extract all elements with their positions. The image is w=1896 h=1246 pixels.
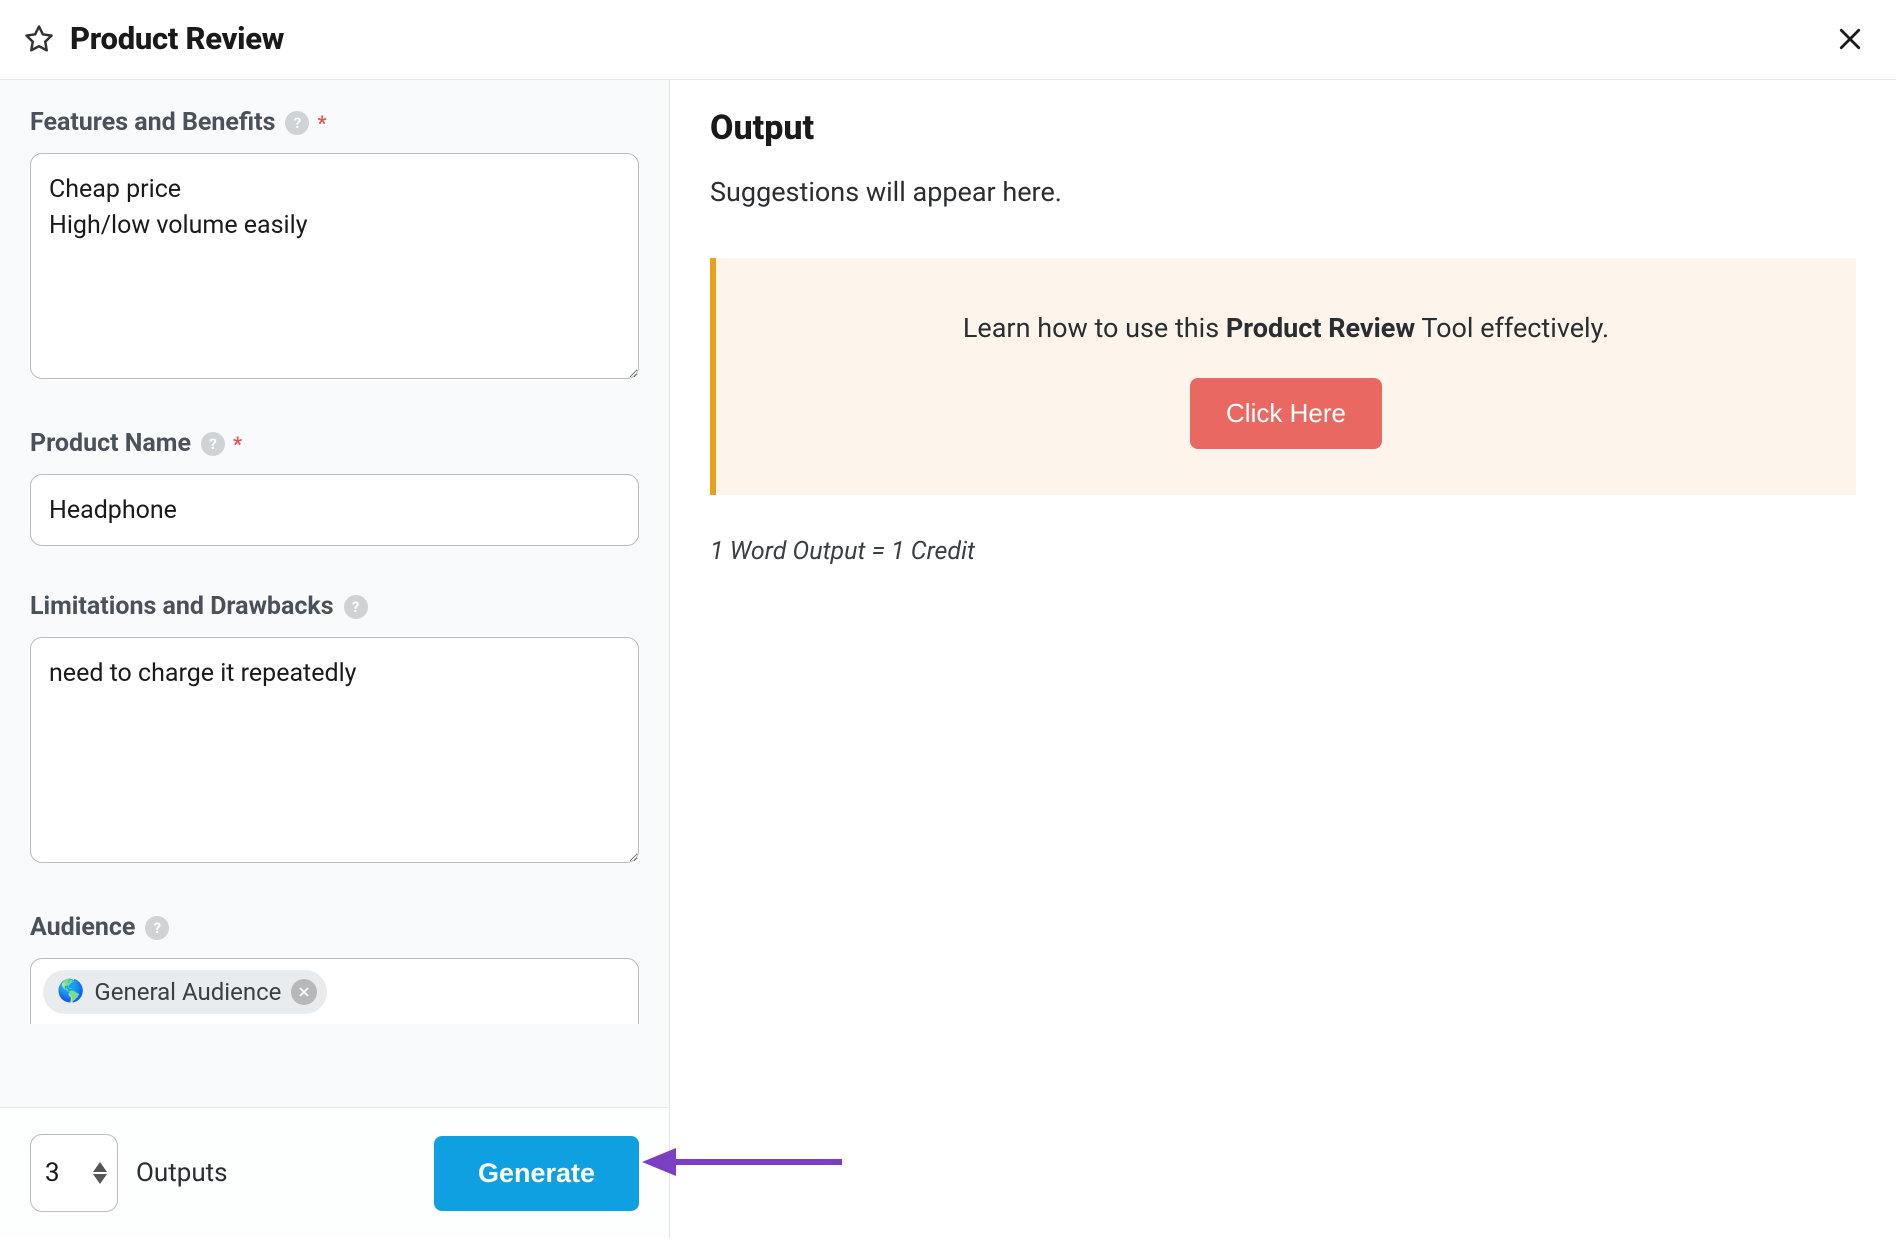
outputs-label: Outputs: [136, 1158, 228, 1188]
limitations-textarea[interactable]: need to charge it repeatedly: [30, 637, 639, 863]
body: Features and Benefits ? * Cheap price Hi…: [0, 80, 1896, 1238]
chip-remove-icon[interactable]: [291, 979, 317, 1005]
help-icon[interactable]: ?: [201, 432, 225, 456]
required-marker: *: [233, 432, 242, 456]
outputs-stepper[interactable]: 3: [30, 1134, 118, 1212]
product-name-input[interactable]: [30, 474, 639, 546]
limitations-label: Limitations and Drawbacks: [30, 592, 334, 621]
audience-chip: 🌎 General Audience: [43, 970, 327, 1014]
output-title: Output: [710, 108, 1856, 148]
field-features: Features and Benefits ? * Cheap price Hi…: [30, 108, 639, 383]
product-name-label: Product Name: [30, 429, 191, 458]
output-pane: Output Suggestions will appear here. Lea…: [670, 80, 1896, 1238]
callout-pre: Learn how to use this: [963, 312, 1226, 344]
page-title: Product Review: [70, 20, 284, 57]
limitations-label-row: Limitations and Drawbacks ?: [30, 592, 639, 621]
field-product-name: Product Name ? *: [30, 429, 639, 546]
audience-label-row: Audience ?: [30, 913, 639, 942]
callout-strong: Product Review: [1226, 312, 1415, 344]
help-icon[interactable]: ?: [145, 916, 169, 940]
header-left: Product Review: [22, 20, 284, 57]
globe-icon: 🌎: [57, 979, 84, 1004]
stepper-arrows-icon[interactable]: [93, 1162, 107, 1184]
generate-button[interactable]: Generate: [434, 1136, 639, 1211]
features-label-row: Features and Benefits ? *: [30, 108, 639, 137]
field-limitations: Limitations and Drawbacks ? need to char…: [30, 592, 639, 867]
help-icon[interactable]: ?: [344, 595, 368, 619]
audience-label: Audience: [30, 913, 135, 942]
field-audience: Audience ? 🌎 General Audience: [30, 913, 639, 1024]
product-name-label-row: Product Name ? *: [30, 429, 639, 458]
features-textarea[interactable]: Cheap price High/low volume easily: [30, 153, 639, 379]
required-marker: *: [317, 111, 326, 135]
outputs-control: 3 Outputs: [30, 1134, 228, 1212]
form-scroll: Features and Benefits ? * Cheap price Hi…: [0, 80, 669, 1107]
callout-post: Tool effectively.: [1415, 312, 1609, 344]
output-placeholder: Suggestions will appear here.: [710, 176, 1856, 208]
audience-chip-label: General Audience: [94, 978, 281, 1006]
star-icon[interactable]: [22, 22, 56, 56]
click-here-button[interactable]: Click Here: [1190, 378, 1382, 449]
callout-text: Learn how to use this Product Review Too…: [963, 312, 1609, 344]
close-icon[interactable]: [1832, 21, 1868, 57]
action-bar: 3 Outputs Generate: [0, 1107, 669, 1238]
audience-input[interactable]: 🌎 General Audience: [30, 958, 639, 1024]
callout: Learn how to use this Product Review Too…: [710, 258, 1856, 495]
features-label: Features and Benefits: [30, 108, 275, 137]
help-icon[interactable]: ?: [285, 111, 309, 135]
form-pane: Features and Benefits ? * Cheap price Hi…: [0, 80, 670, 1238]
header: Product Review: [0, 0, 1896, 80]
outputs-value: 3: [45, 1158, 60, 1188]
credit-note: 1 Word Output = 1 Credit: [710, 537, 1856, 566]
